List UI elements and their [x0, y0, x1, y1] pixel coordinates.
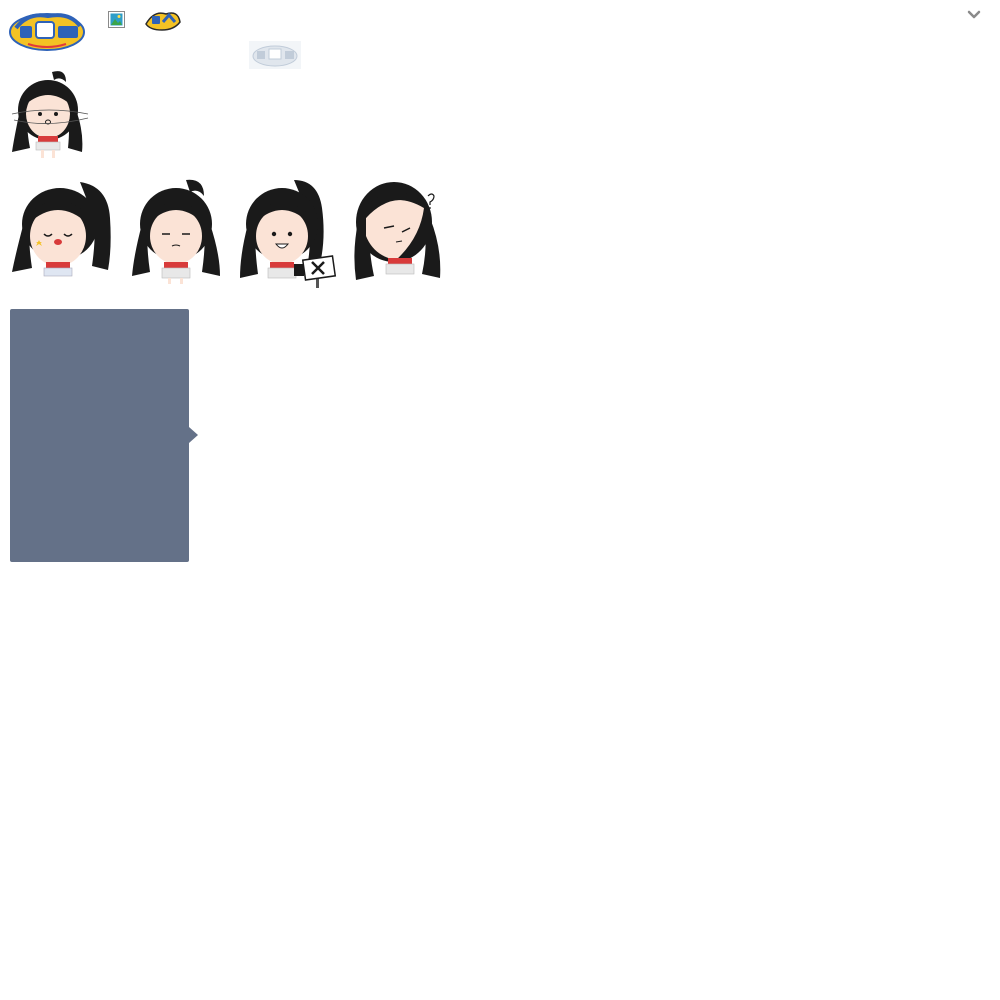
- panel-pointer-arrow-icon: [189, 427, 198, 443]
- pansstar-watermark-icon: [249, 41, 301, 69]
- girl-sticker-sign-icon[interactable]: [238, 178, 338, 290]
- girl-sticker-kiss-icon[interactable]: [8, 178, 114, 282]
- girl-sticker-sleepy-icon[interactable]: [128, 178, 224, 286]
- broken-image-icon[interactable]: [108, 11, 125, 28]
- page: [0, 0, 1000, 1000]
- pans-logo-icon[interactable]: [144, 8, 182, 32]
- chevron-down-icon[interactable]: [965, 5, 983, 23]
- girl-sticker-dizzy-icon[interactable]: [8, 68, 92, 162]
- girl-sticker-confused-icon[interactable]: [350, 178, 444, 284]
- pansstar-logo-icon[interactable]: [8, 8, 86, 52]
- sticker-preview-panel: [10, 309, 189, 562]
